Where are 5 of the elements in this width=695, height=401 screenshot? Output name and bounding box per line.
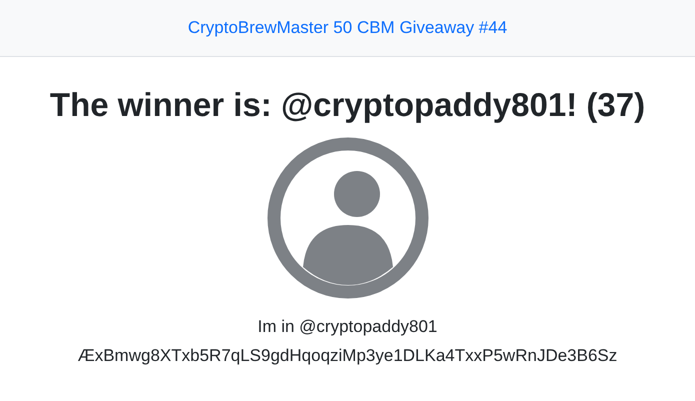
wallet-address: ÆxBmwg8XTxb5R7qLS9gdHqoqziMp3ye1DLKa4TxxP5wRnJDe3B6Sz bbox=[78, 345, 618, 367]
entry-message: Im in @cryptopaddy801 bbox=[258, 316, 438, 338]
avatar-icon bbox=[266, 137, 428, 299]
winner-heading: The winner is: @cryptopaddy801! (37) bbox=[50, 85, 646, 125]
giveaway-title-link[interactable]: CryptoBrewMaster 50 CBM Giveaway #44 bbox=[188, 15, 508, 41]
